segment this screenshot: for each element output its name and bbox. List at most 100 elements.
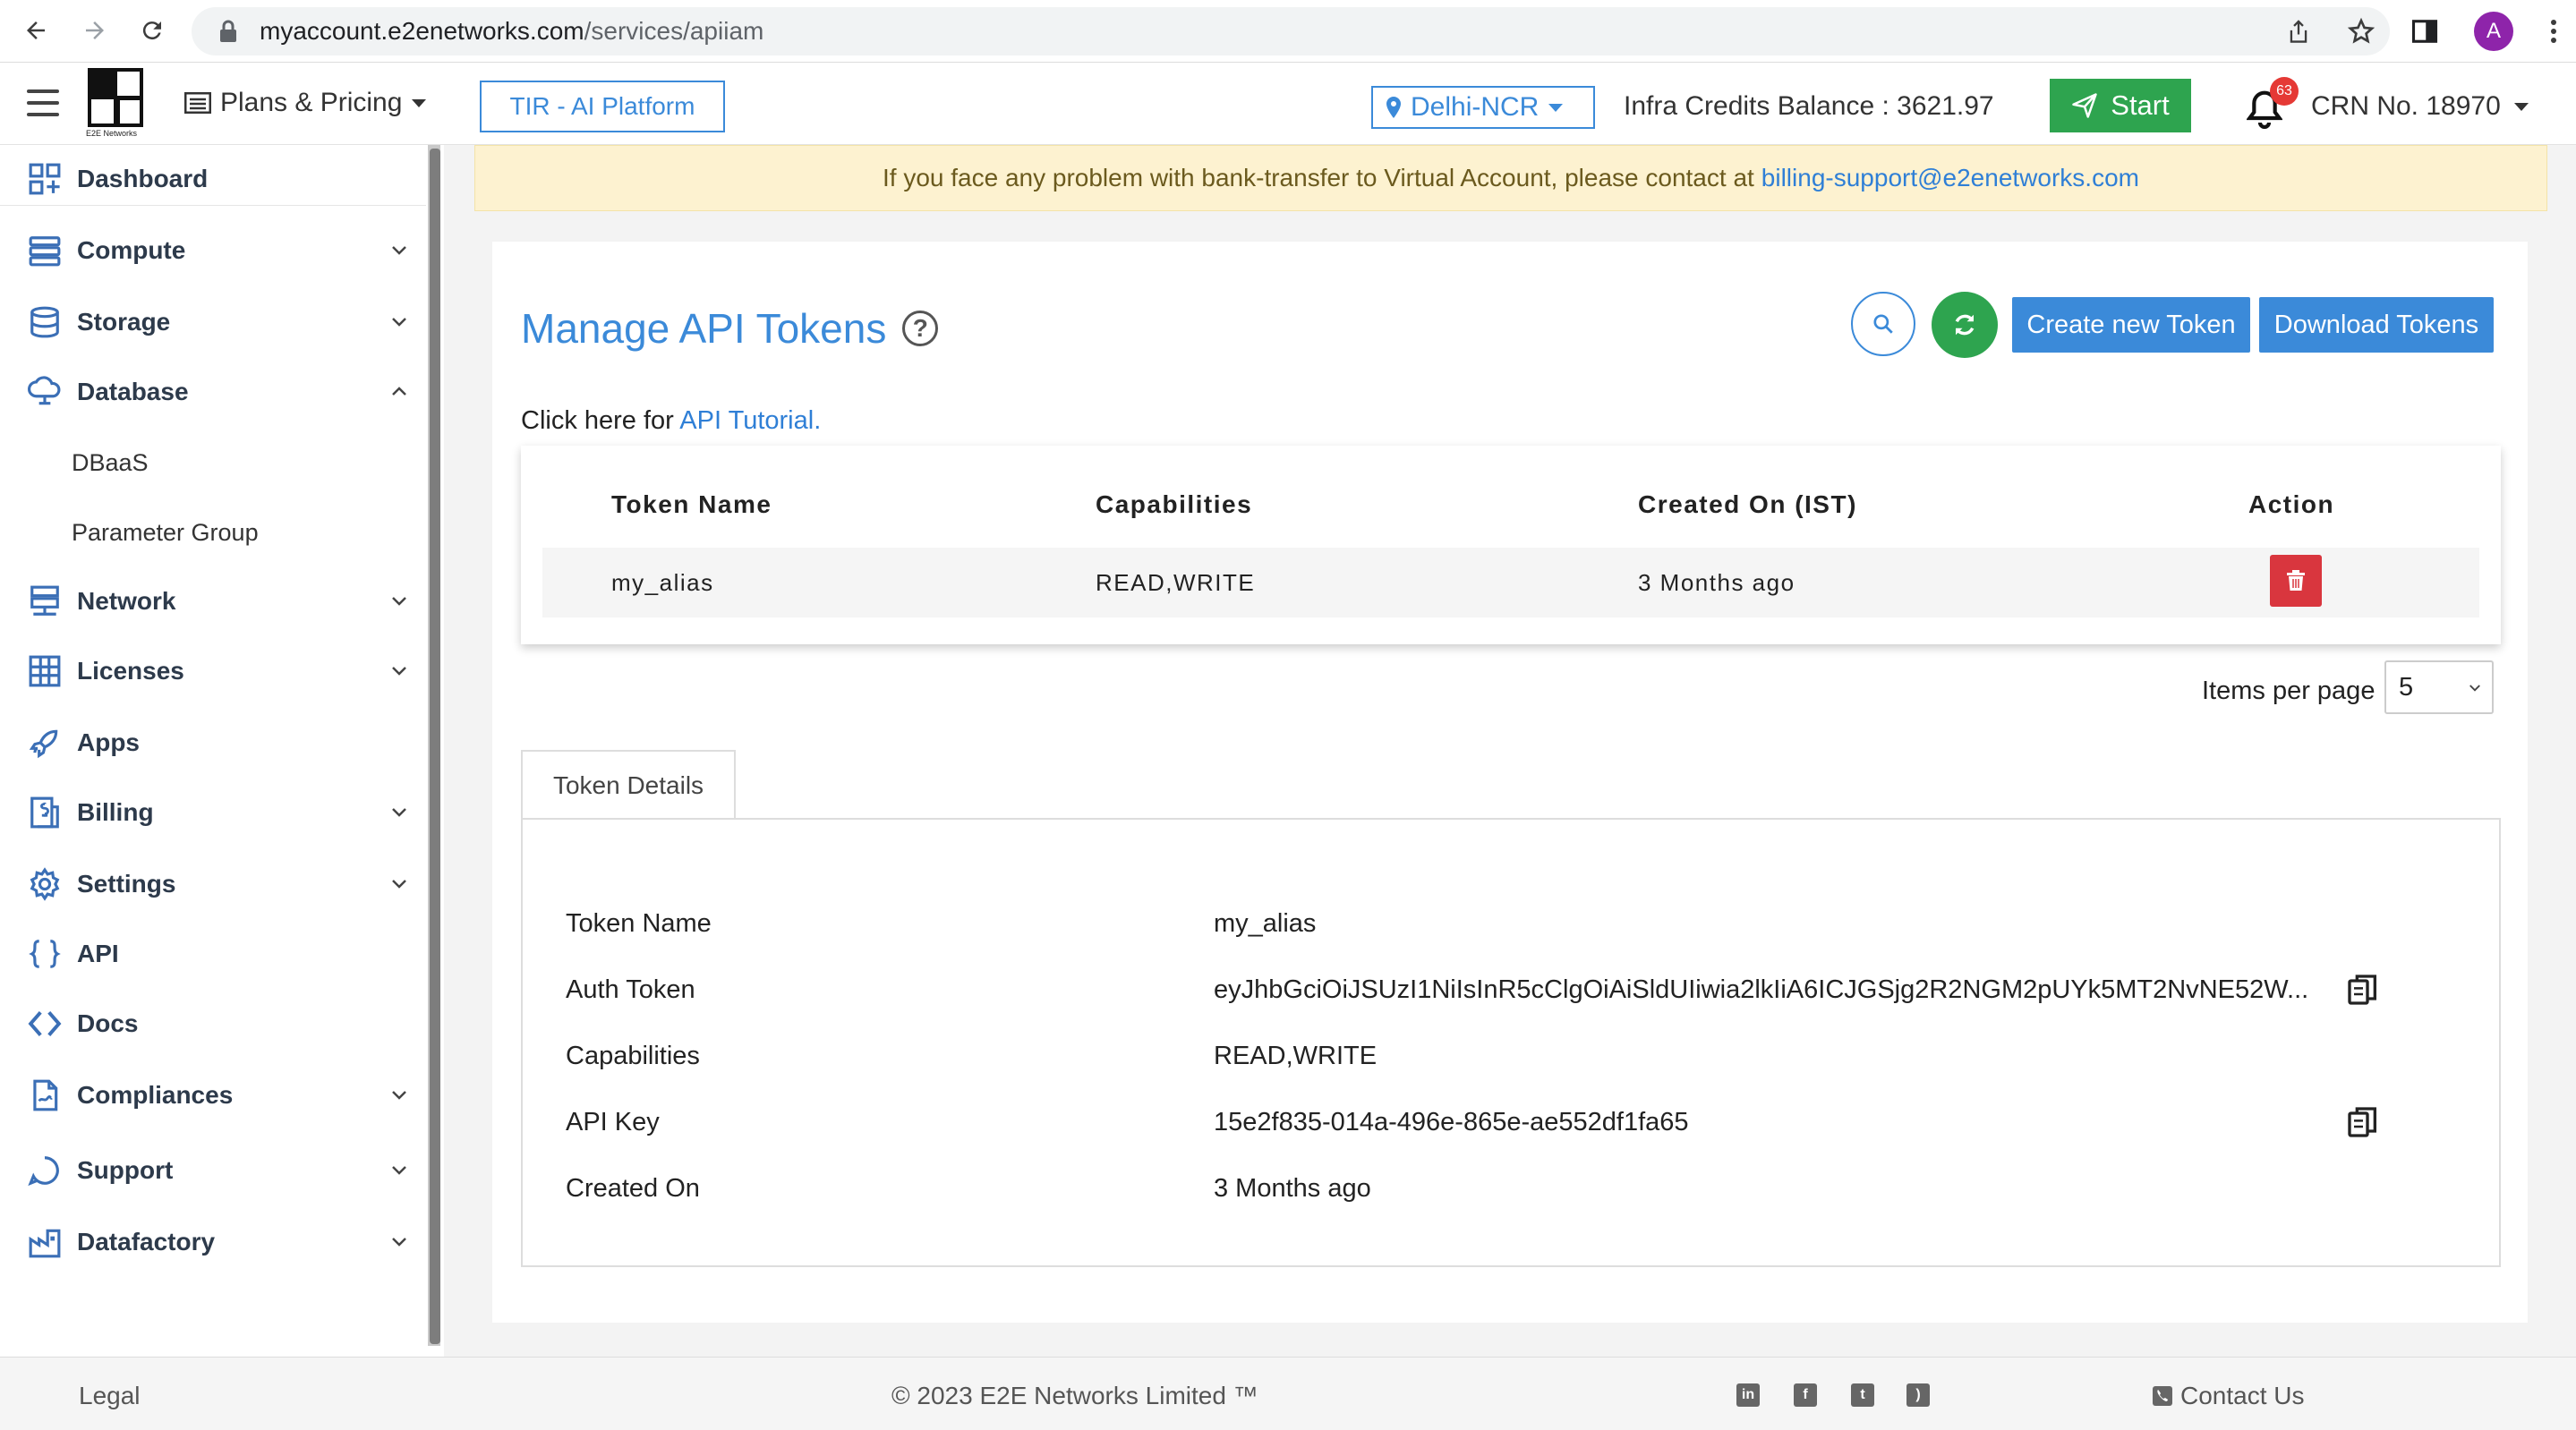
contact-us-label: Contact Us <box>2180 1382 2305 1409</box>
support-icon <box>27 1153 63 1188</box>
contact-us-link[interactable]: Contact Us <box>2152 1382 2305 1410</box>
sidebar-item-label: Docs <box>77 1009 139 1037</box>
table-row[interactable] <box>542 548 2479 617</box>
sidebar-item-label: Storage <box>77 308 171 336</box>
sidebar-item-apps[interactable]: Apps <box>0 716 426 770</box>
twitter-icon[interactable]: t <box>1851 1383 1874 1407</box>
sidebar-subitem-dbaas[interactable]: DBaaS <box>72 449 149 477</box>
chevron-down-icon <box>392 318 406 327</box>
sidebar-panel-icon[interactable] <box>2411 18 2438 45</box>
sidebar-item-compliances[interactable]: Compliances <box>0 1068 426 1122</box>
linkedin-icon[interactable]: in <box>1736 1383 1760 1407</box>
help-icon[interactable]: ? <box>902 311 939 346</box>
sidebar-item-support[interactable]: Support <box>0 1144 426 1197</box>
forward-button[interactable] <box>75 11 115 50</box>
sidebar-item-label: Apps <box>77 728 140 756</box>
notification-badge: 63 <box>2270 77 2299 106</box>
detail-label-created-on: Created On <box>566 1174 700 1203</box>
chevron-down-icon <box>392 1238 406 1247</box>
alert-text: If you face any problem with bank-transf… <box>883 164 1754 192</box>
sidebar-item-database[interactable]: Database <box>0 365 426 419</box>
licenses-icon <box>27 653 63 689</box>
api-tutorial-link[interactable]: API Tutorial. <box>679 406 821 435</box>
lock-icon <box>220 20 236 42</box>
caret-down-icon <box>2513 103 2529 111</box>
items-per-page-label: Items per page <box>2202 677 2376 705</box>
create-token-button[interactable]: Create new Token <box>2012 297 2250 353</box>
sidebar-item-settings[interactable]: Settings <box>0 857 426 911</box>
dashboard-icon <box>27 161 63 197</box>
chevron-down-icon <box>392 597 406 606</box>
start-button[interactable]: Start <box>2050 79 2191 132</box>
sidebar-item-label: Licenses <box>77 657 184 685</box>
sidebar-item-billing[interactable]: Billing <box>0 786 426 839</box>
chevron-down-icon <box>392 246 406 255</box>
start-label: Start <box>2111 89 2170 121</box>
page-title: Manage API Tokens ? <box>521 304 939 353</box>
e2e-logo[interactable] <box>88 68 143 134</box>
sidebar-item-label: Settings <box>77 870 176 898</box>
rss-icon[interactable]: ) <box>1906 1383 1930 1407</box>
braces-icon <box>27 936 63 972</box>
sidebar-scroll-thumb[interactable] <box>430 149 440 1344</box>
sidebar-subitem-parameter-group[interactable]: Parameter Group <box>72 519 259 547</box>
network-icon <box>27 583 63 619</box>
sidebar-item-licenses[interactable]: Licenses <box>0 644 426 698</box>
created-on-cell: 3 Months ago <box>1638 569 1796 596</box>
sidebar-item-datafactory[interactable]: Datafactory <box>0 1215 426 1269</box>
sidebar-item-network[interactable]: Network <box>0 575 426 628</box>
hamburger-menu-icon[interactable] <box>27 89 59 116</box>
browser-toolbar: myaccount.e2enetworks.com/services/apiia… <box>0 0 2576 63</box>
sidebar-item-label: Compute <box>77 236 186 264</box>
copy-api-key-icon[interactable] <box>2345 1104 2381 1140</box>
facebook-icon[interactable]: f <box>1794 1383 1817 1407</box>
detail-value-capabilities: READ,WRITE <box>1214 1042 1378 1070</box>
download-tokens-button[interactable]: Download Tokens <box>2259 297 2494 353</box>
sidebar-item-api[interactable]: API <box>0 927 426 981</box>
sidebar-item-storage[interactable]: Storage <box>0 295 426 349</box>
phone-icon <box>2153 1386 2172 1406</box>
profile-avatar[interactable]: A <box>2474 12 2513 51</box>
tir-platform-button[interactable]: TIR - AI Platform <box>480 81 725 132</box>
reload-button[interactable] <box>132 11 172 50</box>
column-header-token-name[interactable]: Token Name <box>611 490 772 519</box>
caret-down-icon <box>1548 104 1564 112</box>
reload-icon <box>142 21 161 40</box>
trash-icon <box>2287 570 2305 591</box>
code-icon <box>27 1006 63 1042</box>
tab-token-details[interactable]: Token Details <box>521 750 736 820</box>
gear-icon <box>27 866 63 902</box>
star-icon[interactable] <box>2347 17 2376 46</box>
database-icon <box>27 374 63 410</box>
more-vert-icon[interactable] <box>2549 18 2558 45</box>
column-header-capabilities[interactable]: Capabilities <box>1096 490 1252 519</box>
tutorial-prefix: Click here for <box>521 406 674 435</box>
plans-pricing-dropdown[interactable]: Plans & Pricing <box>184 88 427 118</box>
share-icon[interactable] <box>2286 18 2311 45</box>
storage-icon <box>27 304 63 340</box>
app-header: E2E Networks Plans & Pricing TIR - AI Pl… <box>0 63 2576 145</box>
items-per-page-select[interactable]: 5 <box>2384 660 2494 714</box>
region-selector[interactable]: Delhi-NCR <box>1371 86 1595 129</box>
apps-icon <box>27 725 63 761</box>
detail-value-api-key: 15e2f835-014a-496e-865e-ae552df1fa65 <box>1214 1108 1689 1136</box>
column-header-created-on[interactable]: Created On (IST) <box>1638 490 1857 519</box>
items-per-page-value: 5 <box>2399 672 2414 702</box>
legal-link[interactable]: Legal <box>79 1382 141 1410</box>
sidebar-item-label: Dashboard <box>77 164 209 192</box>
sidebar-item-docs[interactable]: Docs <box>0 997 426 1051</box>
billing-support-email-link[interactable]: billing-support@e2enetworks.com <box>1761 164 2139 192</box>
token-details-panel <box>521 818 2501 1267</box>
back-button[interactable] <box>16 11 55 50</box>
search-button[interactable] <box>1851 292 1915 356</box>
delete-token-button[interactable] <box>2270 555 2322 607</box>
refresh-button[interactable] <box>1932 292 1998 358</box>
detail-label-api-key: API Key <box>566 1108 660 1136</box>
sidebar-item-dashboard[interactable]: Dashboard <box>0 152 426 206</box>
crn-dropdown[interactable]: CRN No. 18970 <box>2311 91 2529 122</box>
plans-pricing-label: Plans & Pricing <box>220 88 403 117</box>
sidebar-item-compute[interactable]: Compute <box>0 224 426 277</box>
copy-auth-token-icon[interactable] <box>2345 972 2381 1008</box>
address-bar[interactable]: myaccount.e2enetworks.com/services/apiia… <box>192 7 2390 55</box>
search-icon <box>1873 314 1893 334</box>
